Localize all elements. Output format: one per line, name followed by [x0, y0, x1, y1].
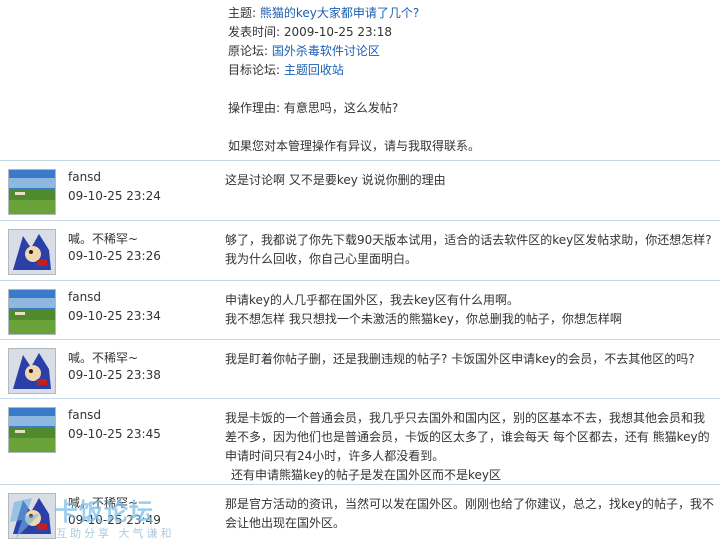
- landscape-avatar-icon: [9, 408, 55, 452]
- list-item: 喊。不稀罕~ 09-10-25 23:26 够了，我都说了你先下载90天版本试用…: [0, 220, 720, 280]
- post-content: 我是盯着你帖子删，还是我删违规的帖子? 卡饭国外区申请key的会员，不去其他区的…: [225, 352, 695, 366]
- post-content: 那是官方活动的资讯，当然可以发在国外区。刚刚也给了你建议，总之，找key的帖子，…: [225, 497, 715, 530]
- avatar[interactable]: [8, 229, 56, 275]
- list-item: fansd 09-10-25 23:24 这是讨论啊 又不是要key 说说你删的…: [0, 160, 720, 220]
- post-time: 09-10-25 23:26: [68, 249, 161, 263]
- list-item: 喊。不稀罕~ 09-10-25 23:49 那是官方活动的资讯，当然可以发在国外…: [0, 484, 720, 546]
- post-time-line: 发表时间: 2009-10-25 23:18: [228, 25, 392, 39]
- avatar[interactable]: [8, 169, 56, 215]
- username[interactable]: 喊。不稀罕~: [68, 349, 138, 366]
- username[interactable]: fansd: [68, 170, 101, 184]
- username[interactable]: fansd: [68, 290, 101, 304]
- sonic-avatar-icon: [9, 494, 55, 538]
- target-forum-link[interactable]: 主题回收站: [284, 63, 344, 77]
- post-content: 我是卡饭的一个普通会员，我几乎只去国外和国内区，别的区基本不去，我想其他会员和我…: [225, 411, 710, 482]
- username[interactable]: 喊。不稀罕~: [68, 494, 138, 511]
- list-item: fansd 09-10-25 23:34 申请key的人几乎都在国外区，我去ke…: [0, 280, 720, 339]
- post-content: 够了，我都说了你先下载90天版本试用，适合的话去软件区的key区发帖求助，你还想…: [225, 233, 712, 266]
- origin-forum-link[interactable]: 国外杀毒软件讨论区: [272, 44, 380, 58]
- landscape-avatar-icon: [9, 170, 55, 214]
- avatar[interactable]: [8, 407, 56, 453]
- list-item: fansd 09-10-25 23:45 我是卡饭的一个普通会员，我几乎只去国外…: [0, 398, 720, 484]
- avatar[interactable]: [8, 348, 56, 394]
- reply-thread: fansd 09-10-25 23:24 这是讨论啊 又不是要key 说说你删的…: [0, 160, 720, 546]
- post-time: 09-10-25 23:38: [68, 368, 161, 382]
- post-time: 09-10-25 23:45: [68, 427, 161, 441]
- list-item: 喊。不稀罕~ 09-10-25 23:38 我是盯着你帖子删，还是我删违规的帖子…: [0, 339, 720, 398]
- subject-link[interactable]: 熊猫的key大家都申请了几个?: [260, 6, 419, 20]
- post-content: 申请key的人几乎都在国外区，我去key区有什么用啊。 我不想怎样 我只想找一个…: [225, 293, 622, 326]
- target-forum-line: 目标论坛: 主题回收站: [228, 63, 344, 77]
- post-time: 09-10-25 23:34: [68, 309, 161, 323]
- post-content: 这是讨论啊 又不是要key 说说你删的理由: [225, 173, 446, 187]
- reason-line: 操作理由: 有意思吗，这么发帖?: [228, 101, 399, 115]
- username[interactable]: fansd: [68, 408, 101, 422]
- avatar[interactable]: [8, 493, 56, 539]
- post-time: 09-10-25 23:49: [68, 513, 161, 527]
- avatar[interactable]: [8, 289, 56, 335]
- moderation-notice: 主题: 熊猫的key大家都申请了几个? 发表时间: 2009-10-25 23:…: [228, 4, 708, 156]
- objection-text: 如果您对本管理操作有异议，请与我取得联系。: [228, 139, 481, 153]
- username[interactable]: 喊。不稀罕~: [68, 230, 138, 247]
- sonic-avatar-icon: [9, 230, 55, 274]
- post-time: 09-10-25 23:24: [68, 189, 161, 203]
- subject-line: 主题: 熊猫的key大家都申请了几个?: [228, 6, 420, 20]
- origin-forum-line: 原论坛: 国外杀毒软件讨论区: [228, 44, 380, 58]
- sonic-avatar-icon: [9, 349, 55, 393]
- landscape-avatar-icon: [9, 290, 55, 334]
